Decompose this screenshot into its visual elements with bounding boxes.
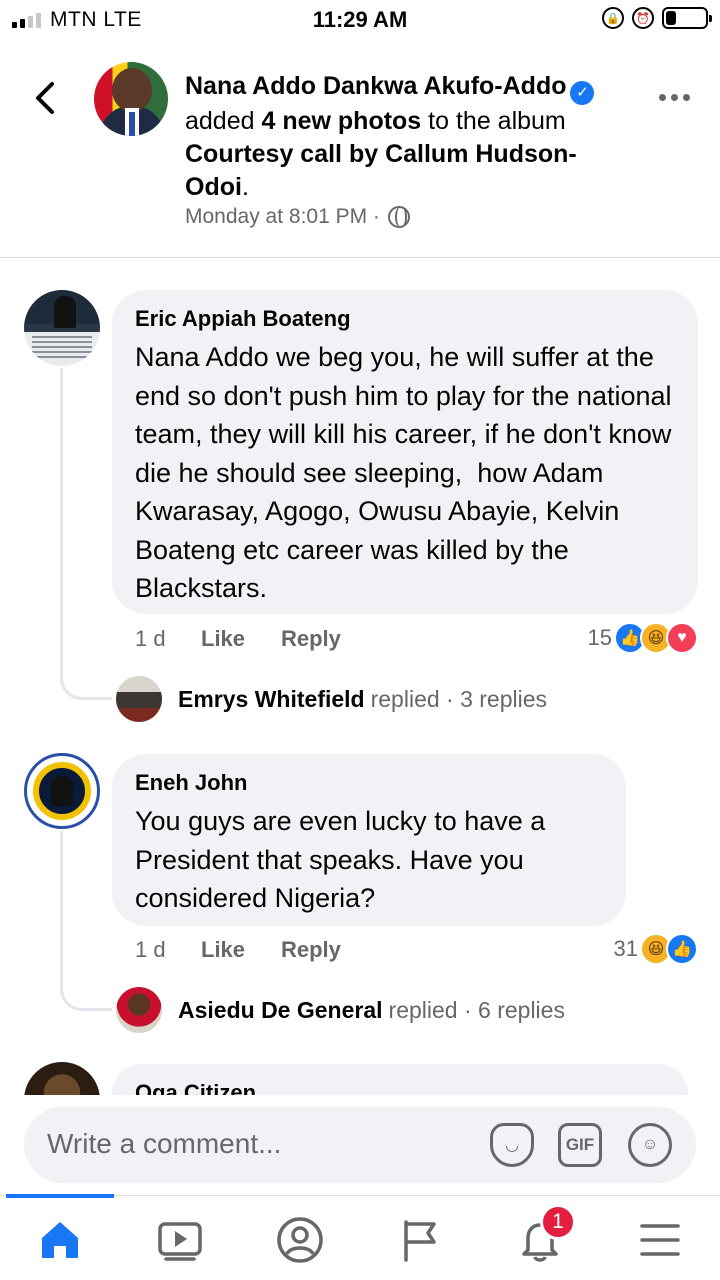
comment-author[interactable]: Eric Appiah Boateng <box>135 306 351 332</box>
comment-text: Nana Addo we beg you, he will suffer at … <box>135 342 680 603</box>
comment-input[interactable]: Write a comment... ◡ GIF ☺ <box>24 1107 696 1183</box>
reply-button[interactable]: Reply <box>281 626 341 652</box>
comment-text: You guys are even lucky to have a Presid… <box>135 806 553 913</box>
menu-icon[interactable] <box>634 1214 686 1266</box>
active-tab-indicator <box>6 1194 114 1198</box>
gif-button[interactable]: GIF <box>558 1123 602 1167</box>
notification-badge: 1 <box>540 1204 576 1240</box>
like-button[interactable]: Like <box>201 937 281 963</box>
reaction-summary[interactable]: 31 😆 👍 <box>614 933 698 965</box>
post-action-text: added <box>185 106 255 135</box>
reply-count: · 3 replies <box>446 685 548 712</box>
comment-composer: Write a comment... ◡ GIF ☺ <box>0 1095 720 1195</box>
like-button[interactable]: Like <box>201 626 281 652</box>
reply-count: · 6 replies <box>463 996 565 1023</box>
comment-input-placeholder: Write a comment... <box>47 1128 282 1159</box>
replier-name: Asiedu De General <box>178 996 383 1023</box>
commenter-avatar[interactable] <box>24 753 100 829</box>
rotation-lock-icon: 🔒 <box>602 7 624 29</box>
pages-icon[interactable] <box>394 1214 446 1266</box>
comment-bubble[interactable]: Eneh John You guys are even lucky to hav… <box>112 754 626 926</box>
bottom-navigation: 1 <box>0 1194 720 1280</box>
replier-avatar <box>116 987 162 1033</box>
comment-age[interactable]: 1 d <box>135 626 201 652</box>
replied-label: replied <box>370 685 440 712</box>
reaction-count: 31 <box>613 936 638 961</box>
love-icon: ♥ <box>666 622 698 654</box>
comment-author[interactable]: Eneh John <box>135 770 247 796</box>
comment-actions: 1 d Like Reply <box>135 937 341 963</box>
globe-icon <box>387 206 410 228</box>
watch-icon[interactable] <box>154 1214 206 1266</box>
home-icon[interactable] <box>34 1214 86 1266</box>
post-title: Nana Addo Dankwa Akufo-Addo ✓ added 4 new… <box>185 70 615 204</box>
more-options-button[interactable] <box>659 94 690 101</box>
replies-preview[interactable]: Emrys Whitefield replied · 3 replies <box>116 676 547 722</box>
chevron-left-icon <box>36 82 54 114</box>
post-header: Nana Addo Dankwa Akufo-Addo ✓ added 4 new… <box>0 40 720 258</box>
profile-icon[interactable] <box>274 1214 326 1266</box>
replier-avatar <box>116 676 162 722</box>
alarm-icon: ⏰ <box>632 7 654 29</box>
status-icons: 🔒 ⏰ <box>602 7 712 29</box>
photo-count-link[interactable]: 4 new photos <box>261 107 421 135</box>
status-bar: MTN LTE 11:29 AM 🔒 ⏰ <box>0 0 720 40</box>
emoji-icon[interactable]: ☺ <box>628 1123 672 1167</box>
reaction-count: 15 <box>587 625 612 650</box>
replier-name: Emrys Whitefield <box>178 685 365 712</box>
post-meta: Monday at 8:01 PM · <box>185 205 410 229</box>
reply-button[interactable]: Reply <box>281 937 341 963</box>
thread-connector <box>60 368 112 700</box>
like-icon: 👍 <box>666 933 698 965</box>
post-author-name[interactable]: Nana Addo Dankwa Akufo-Addo <box>185 72 566 100</box>
verified-badge-icon: ✓ <box>570 80 595 105</box>
sticker-icon[interactable]: ◡ <box>490 1123 534 1167</box>
commenter-avatar[interactable] <box>24 290 100 366</box>
reaction-summary[interactable]: 15 👍 😆 ♥ <box>588 622 698 654</box>
page-avatar[interactable] <box>94 62 168 136</box>
comment-age[interactable]: 1 d <box>135 937 201 963</box>
comment-bubble[interactable]: Eric Appiah Boateng Nana Addo we beg you… <box>112 290 698 614</box>
replied-label: replied <box>388 996 458 1023</box>
album-prefix-text: to the album <box>428 106 566 135</box>
battery-icon <box>662 7 712 29</box>
thread-connector <box>60 831 112 1011</box>
title-period: . <box>241 172 249 201</box>
post-timestamp[interactable]: Monday at 8:01 PM · <box>185 205 380 229</box>
comment-actions: 1 d Like Reply <box>135 626 341 652</box>
replies-preview[interactable]: Asiedu De General replied · 6 replies <box>116 987 565 1033</box>
back-button[interactable] <box>30 80 60 116</box>
